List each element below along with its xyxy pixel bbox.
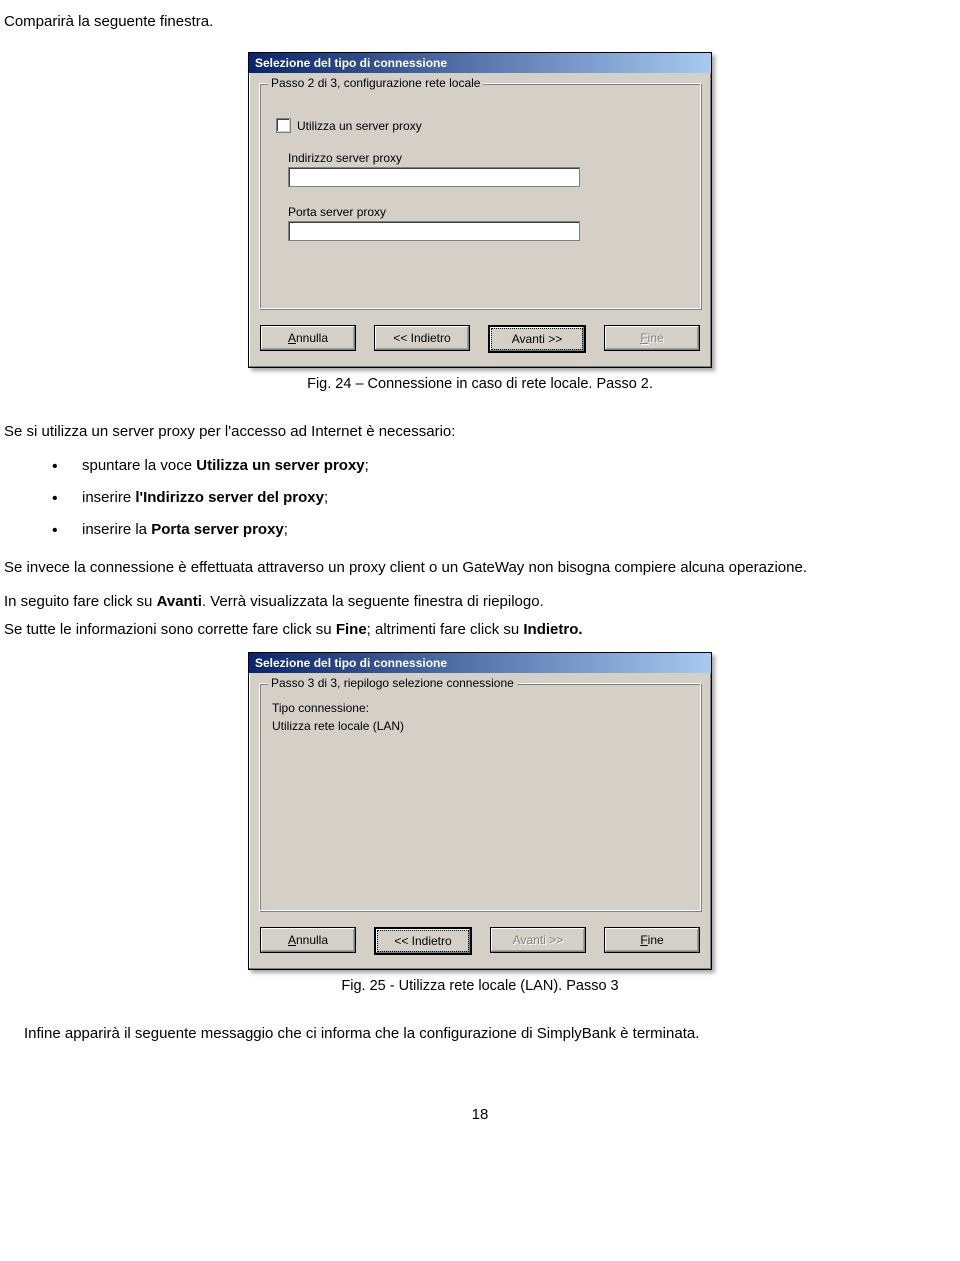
proxy-checkbox-label: Utilizza un server proxy xyxy=(297,119,422,133)
dialog-step2: Selezione del tipo di connessione Passo … xyxy=(248,52,712,368)
finish-button[interactable]: Fine xyxy=(604,325,700,351)
dialog2-title: Selezione del tipo di connessione xyxy=(255,656,447,670)
dialog1-buttons: Annulla << Indietro Avanti >> Fine xyxy=(249,315,711,367)
next-button[interactable]: Avanti >> xyxy=(488,325,586,353)
proxy-port-label: Porta server proxy xyxy=(288,205,672,219)
finish-button-2[interactable]: Fine xyxy=(604,927,700,953)
figure-24-caption: Fig. 24 – Connessione in caso di rete lo… xyxy=(4,376,956,392)
dialog-title: Selezione del tipo di connessione xyxy=(255,56,447,70)
proxy-address-row: Indirizzo server proxy xyxy=(288,151,672,187)
proxy-checkbox-row: Utilizza un server proxy xyxy=(276,118,682,133)
back-button[interactable]: << Indietro xyxy=(374,325,470,351)
proxy-address-input[interactable] xyxy=(288,167,580,187)
intro-text: Comparirà la seguente finestra. xyxy=(4,10,956,34)
dialog2-buttons: Annulla << Indietro Avanti >> Fine xyxy=(249,917,711,969)
figure-25-wrap: Selezione del tipo di connessione Passo … xyxy=(4,652,956,970)
figure-25-caption: Fig. 25 - Utilizza rete locale (LAN). Pa… xyxy=(4,978,956,994)
groupbox-step2: Passo 2 di 3, configurazione rete locale… xyxy=(259,83,701,309)
next-button-2[interactable]: Avanti >> xyxy=(490,927,586,953)
page-number: 18 xyxy=(4,1106,956,1123)
bullet-list: spuntare la voce Utilizza un server prox… xyxy=(52,454,956,542)
back-button-2[interactable]: << Indietro xyxy=(374,927,472,955)
avanti-para: In seguito fare click su Avanti. Verrà v… xyxy=(4,590,956,614)
cancel-button-2[interactable]: Annulla xyxy=(260,927,356,953)
cancel-button[interactable]: Annulla xyxy=(260,325,356,351)
proxy-address-label: Indirizzo server proxy xyxy=(288,151,672,165)
dialog-step3: Selezione del tipo di connessione Passo … xyxy=(248,652,712,970)
fine-para: Se tutte le informazioni sono corrette f… xyxy=(4,618,956,642)
proxy-checkbox[interactable] xyxy=(276,118,291,133)
bullet-item-1: spuntare la voce Utilizza un server prox… xyxy=(52,454,956,478)
groupbox-step3: Passo 3 di 3, riepilogo selezione connes… xyxy=(259,683,701,911)
bullet-item-3: inserire la Porta server proxy; xyxy=(52,518,956,542)
groupbox2-legend: Passo 3 di 3, riepilogo selezione connes… xyxy=(268,676,517,690)
summary-line1: Tipo connessione: xyxy=(272,700,688,716)
figure-24-wrap: Selezione del tipo di connessione Passo … xyxy=(4,52,956,368)
proxy-port-input[interactable] xyxy=(288,221,580,241)
bullet-item-2: inserire l'Indirizzo server del proxy; xyxy=(52,486,956,510)
proxy-port-row: Porta server proxy xyxy=(288,205,672,241)
final-para: Infine apparirà il seguente messaggio ch… xyxy=(24,1022,956,1046)
groupbox-legend: Passo 2 di 3, configurazione rete locale xyxy=(268,76,483,90)
dialog2-titlebar: Selezione del tipo di connessione xyxy=(249,653,711,673)
proxy-intro-para: Se si utilizza un server proxy per l'acc… xyxy=(4,420,956,444)
summary-line2: Utilizza rete locale (LAN) xyxy=(272,718,688,734)
gateway-para: Se invece la connessione è effettuata at… xyxy=(4,556,956,580)
dialog-titlebar: Selezione del tipo di connessione xyxy=(249,53,711,73)
